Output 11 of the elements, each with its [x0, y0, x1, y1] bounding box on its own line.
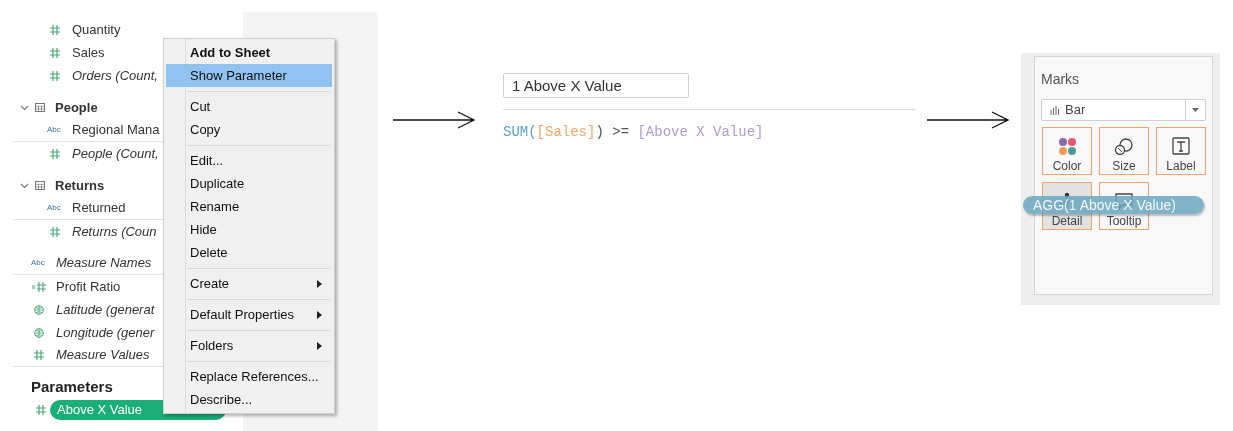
- panel-title: Marks: [1041, 70, 1081, 89]
- section-title: Parameters: [31, 378, 113, 395]
- type-label: Abc: [47, 203, 61, 213]
- card-label: Size: [1112, 159, 1136, 173]
- type-label: Abc: [47, 125, 61, 135]
- dropdown-value: Bar: [1065, 101, 1086, 120]
- type-label: Abc: [31, 258, 45, 268]
- card-label: Detail: [1051, 214, 1083, 228]
- card-label: Color: [1052, 159, 1082, 173]
- card-label: Label: [1166, 159, 1196, 173]
- card-label: Tooltip: [1106, 214, 1142, 228]
